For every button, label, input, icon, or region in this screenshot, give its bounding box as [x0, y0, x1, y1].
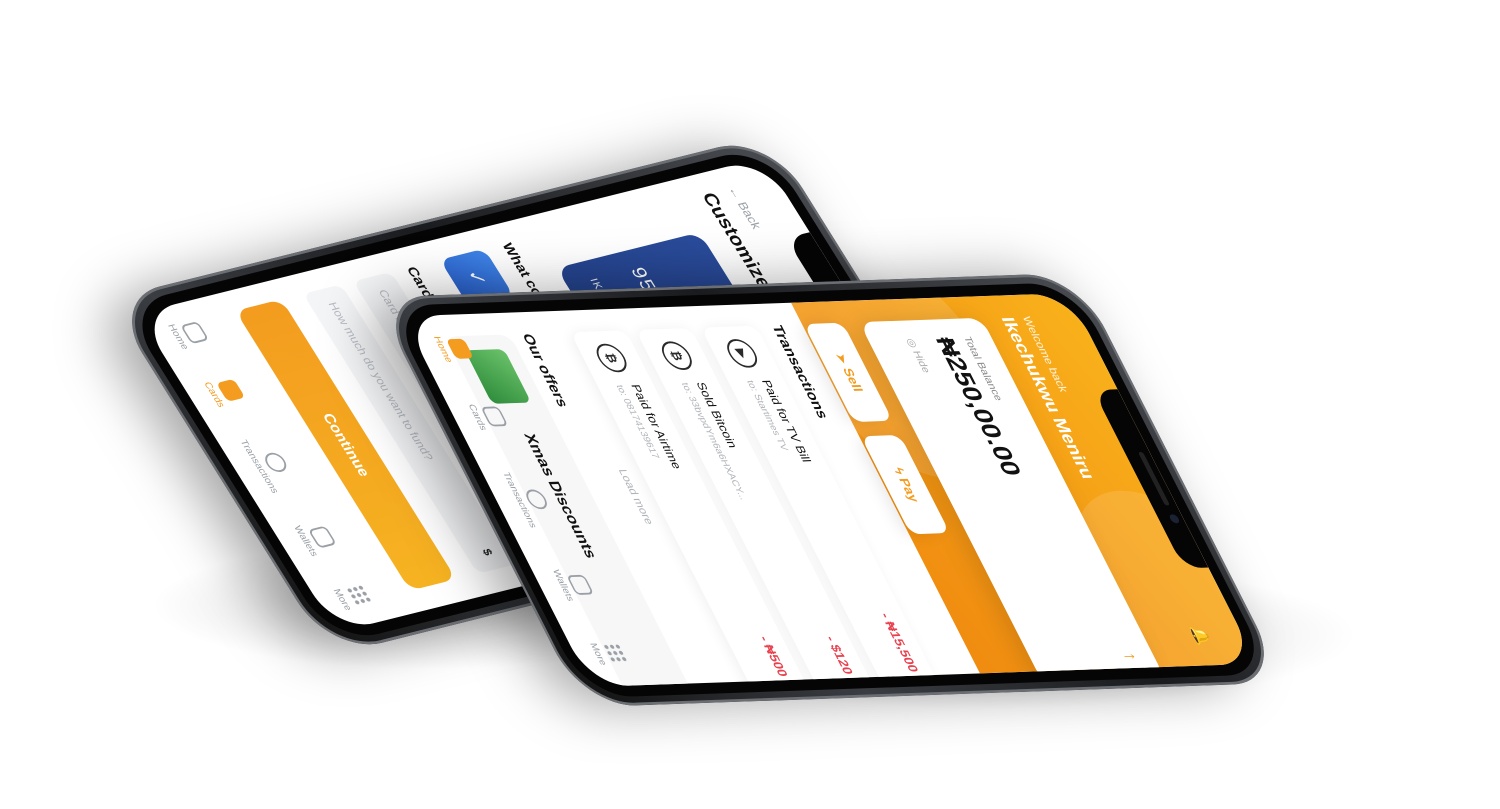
- bitcoin-icon: ₿: [591, 343, 632, 373]
- transaction-amount: - ₦500: [756, 636, 791, 677]
- send-icon: ➤: [831, 352, 852, 365]
- sell-label: Sell: [839, 367, 866, 392]
- transaction-amount: - $120: [822, 636, 856, 675]
- check-icon: ✓: [462, 267, 493, 289]
- nav-home[interactable]: Home: [165, 318, 211, 351]
- camera: [1168, 514, 1181, 524]
- arrow-up-icon[interactable]: ↑: [1118, 652, 1141, 662]
- hide-toggle[interactable]: ◎ Hide: [904, 338, 933, 373]
- nav-home[interactable]: Home: [431, 335, 475, 363]
- nav-transactions[interactable]: Transactions: [238, 434, 301, 494]
- mockup-stage: ← Back Customize 95 IKEC What colour ✓ C…: [0, 0, 1500, 809]
- nav-more[interactable]: More: [587, 642, 630, 665]
- hide-label: Hide: [910, 350, 933, 374]
- nav-more[interactable]: More: [331, 583, 375, 612]
- pay-label: Pay: [895, 477, 922, 503]
- eye-icon: ◎: [904, 338, 921, 349]
- transaction-amount: - ₦15,500: [877, 613, 921, 673]
- bitcoin-icon: ₿: [656, 340, 698, 371]
- currency-symbol: $: [479, 547, 496, 557]
- nav-cards[interactable]: Cards: [202, 376, 248, 408]
- nav-wallets[interactable]: Wallets: [291, 520, 340, 557]
- lightning-icon: ϟ: [889, 467, 908, 475]
- nav-wallets[interactable]: Wallets: [550, 569, 597, 601]
- tv-icon: ▶: [721, 338, 763, 369]
- nav-cards[interactable]: Cards: [466, 403, 510, 430]
